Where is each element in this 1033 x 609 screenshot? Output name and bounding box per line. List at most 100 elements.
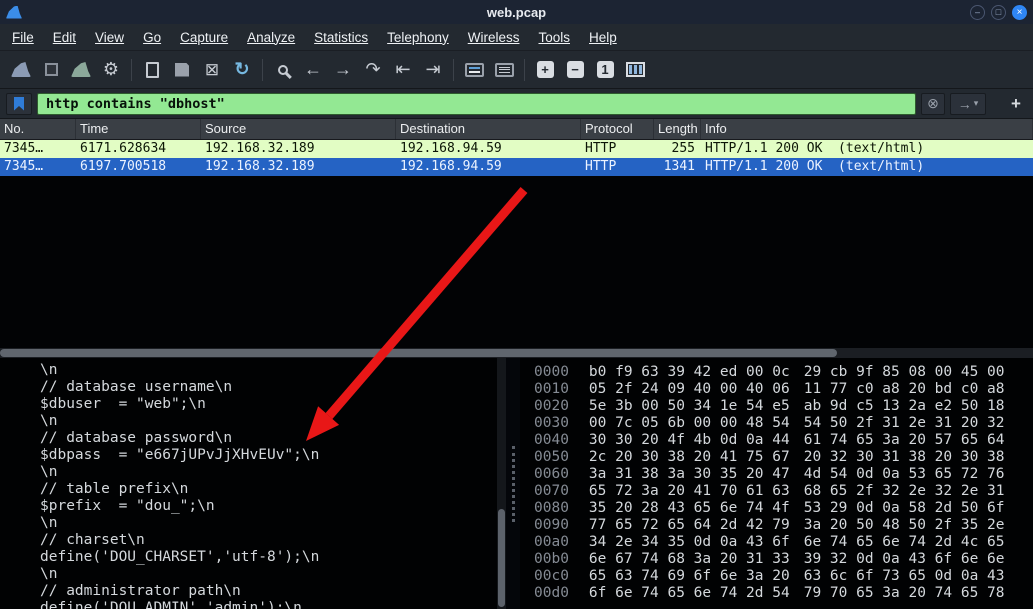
hex-row[interactable]: 009077 65 72 65 64 2d 42 793a 20 50 48 5… — [534, 517, 1033, 534]
packet-source: 192.168.32.189 — [201, 158, 396, 176]
packet-row[interactable]: 7345… 6171.628634 192.168.32.189 192.168… — [0, 140, 1033, 158]
horizontal-scrollbar-thumb[interactable] — [0, 349, 837, 357]
close-file-icon[interactable]: ⊠ — [197, 56, 227, 83]
capture-options-icon[interactable]: ⚙ — [96, 56, 126, 83]
main-toolbar: ⚙ ⊠ ↻ ← → ↷ ⇤ ⇥ + − 1 — [0, 51, 1033, 89]
menu-item-capture[interactable]: Capture — [180, 30, 228, 45]
hex-bytes-right: 53 29 0d 0a 58 2d 50 6f — [804, 500, 1005, 516]
detail-line[interactable]: \n — [40, 566, 492, 583]
detail-line[interactable]: \n — [40, 413, 492, 430]
column-header-length[interactable]: Length — [654, 119, 701, 139]
display-filter-input[interactable] — [37, 93, 916, 115]
packet-row-selected[interactable]: 7345… 6197.700518 192.168.32.189 192.168… — [0, 158, 1033, 176]
hex-row[interactable]: 008035 20 28 43 65 6e 74 4f53 29 0d 0a 5… — [534, 500, 1033, 517]
menu-item-edit[interactable]: Edit — [53, 30, 76, 45]
stop-capture-icon[interactable] — [36, 56, 66, 83]
detail-line[interactable]: // table prefix\n — [40, 481, 492, 498]
packet-protocol: HTTP — [581, 140, 654, 158]
menu-item-statistics[interactable]: Statistics — [314, 30, 368, 45]
hex-row[interactable]: 004030 30 20 4f 4b 0d 0a 4461 74 65 3a 2… — [534, 432, 1033, 449]
save-file-icon[interactable] — [167, 56, 197, 83]
column-header-destination[interactable]: Destination — [396, 119, 581, 139]
hex-row[interactable]: 00603a 31 38 3a 30 35 20 474d 54 0d 0a 5… — [534, 466, 1033, 483]
hex-row[interactable]: 00205e 3b 00 50 34 1e 54 e5ab 9d c5 13 2… — [534, 398, 1033, 415]
filter-add-button[interactable]: + — [1005, 93, 1027, 115]
restart-capture-icon[interactable] — [66, 56, 96, 83]
go-forward-icon[interactable]: → — [328, 56, 358, 83]
hex-offset: 00a0 — [534, 534, 569, 550]
detail-line-dbpass[interactable]: $dbpass = "e667jUPvJjXHvEUv";\n — [40, 447, 492, 464]
go-to-packet-icon[interactable]: ↷ — [358, 56, 388, 83]
detail-line[interactable]: $dbuser = "web";\n — [40, 396, 492, 413]
start-capture-icon[interactable] — [6, 56, 36, 83]
detail-line[interactable]: // charset\n — [40, 532, 492, 549]
hex-offset: 0030 — [534, 415, 569, 431]
column-header-info[interactable]: Info — [701, 119, 1033, 139]
column-header-source[interactable]: Source — [201, 119, 396, 139]
menu-item-analyze[interactable]: Analyze — [247, 30, 295, 45]
hex-offset: 0080 — [534, 500, 569, 516]
pane-splitter[interactable] — [506, 358, 520, 609]
detail-line[interactable]: \n — [40, 464, 492, 481]
zoom-reset-icon[interactable]: 1 — [590, 56, 620, 83]
detail-line[interactable]: define('DOU_CHARSET','utf-8');\n — [40, 549, 492, 566]
hex-bytes-left: 34 2e 34 35 0d 0a 43 6f — [589, 534, 790, 550]
column-header-time[interactable]: Time — [76, 119, 201, 139]
column-header-protocol[interactable]: Protocol — [581, 119, 654, 139]
minimize-button[interactable]: – — [970, 5, 985, 20]
filter-apply-button[interactable]: → ▾ — [950, 93, 986, 115]
hex-row[interactable]: 007065 72 3a 20 41 70 61 6368 65 2f 32 2… — [534, 483, 1033, 500]
detail-line[interactable]: // database username\n — [40, 379, 492, 396]
hex-bytes-left: 05 2f 24 09 40 00 40 06 — [589, 381, 790, 397]
detail-line[interactable]: // administrator path\n — [40, 583, 492, 600]
packet-destination: 192.168.94.59 — [396, 140, 581, 158]
detail-line[interactable]: $prefix = "dou_";\n — [40, 498, 492, 515]
menu-item-help[interactable]: Help — [589, 30, 617, 45]
go-first-packet-icon[interactable]: ⇤ — [388, 56, 418, 83]
details-vertical-scrollbar[interactable] — [497, 358, 506, 609]
detail-line[interactable]: \n — [40, 362, 492, 379]
detail-line[interactable]: \n — [40, 515, 492, 532]
zoom-in-icon[interactable]: + — [530, 56, 560, 83]
menu-item-telephony[interactable]: Telephony — [387, 30, 449, 45]
toolbar-separator — [262, 59, 263, 81]
close-button[interactable]: × — [1012, 5, 1027, 20]
reload-icon[interactable]: ↻ — [227, 56, 257, 83]
auto-scroll-icon[interactable] — [489, 56, 519, 83]
hex-row[interactable]: 001005 2f 24 09 40 00 40 0611 77 c0 a8 2… — [534, 381, 1033, 398]
detail-line[interactable]: define('DOU_ADMIN','admin');\n — [40, 600, 492, 609]
menu-item-file[interactable]: File — [12, 30, 34, 45]
filter-clear-button[interactable]: ⊗ — [921, 93, 945, 115]
column-header-no[interactable]: No. — [0, 119, 76, 139]
resize-columns-icon[interactable] — [620, 56, 650, 83]
lower-panes: \n // database username\n $dbuser = "web… — [0, 358, 1033, 609]
go-back-icon[interactable]: ← — [298, 56, 328, 83]
packet-list-header: No. Time Source Destination Protocol Len… — [0, 119, 1033, 140]
hex-offset: 0040 — [534, 432, 569, 448]
hex-row[interactable]: 00a034 2e 34 35 0d 0a 43 6f6e 74 65 6e 7… — [534, 534, 1033, 551]
menu-item-view[interactable]: View — [95, 30, 124, 45]
hex-offset: 0010 — [534, 381, 569, 397]
hex-bytes-right: 39 32 0d 0a 43 6f 6e 6e — [804, 551, 1005, 567]
go-last-packet-icon[interactable]: ⇥ — [418, 56, 448, 83]
details-scrollbar-thumb[interactable] — [498, 509, 505, 607]
maximize-button[interactable]: □ — [991, 5, 1006, 20]
open-file-icon[interactable] — [137, 56, 167, 83]
filter-bookmark-button[interactable] — [6, 93, 32, 115]
hex-row[interactable]: 00c065 63 74 69 6f 6e 3a 2063 6c 6f 73 6… — [534, 568, 1033, 585]
colorize-packets-icon[interactable] — [459, 56, 489, 83]
hex-row[interactable]: 003000 7c 05 6b 00 00 48 5454 50 2f 31 2… — [534, 415, 1033, 432]
menu-item-tools[interactable]: Tools — [538, 30, 570, 45]
menu-item-go[interactable]: Go — [143, 30, 161, 45]
hex-bytes-left: 00 7c 05 6b 00 00 48 54 — [589, 415, 790, 431]
detail-line[interactable]: // database password\n — [40, 430, 492, 447]
hex-bytes-left: 3a 31 38 3a 30 35 20 47 — [589, 466, 790, 482]
hex-row[interactable]: 00502c 20 30 38 20 41 75 6720 32 30 31 3… — [534, 449, 1033, 466]
hex-row[interactable]: 00b06e 67 74 68 3a 20 31 3339 32 0d 0a 4… — [534, 551, 1033, 568]
find-packet-icon[interactable] — [268, 56, 298, 83]
horizontal-scrollbar[interactable] — [0, 348, 1033, 358]
hex-row[interactable]: 00d06f 6e 74 65 6e 74 2d 5479 70 65 3a 2… — [534, 585, 1033, 602]
hex-row[interactable]: 0000b0 f9 63 39 42 ed 00 0c29 cb 9f 85 0… — [534, 364, 1033, 381]
zoom-out-icon[interactable]: − — [560, 56, 590, 83]
menu-item-wireless[interactable]: Wireless — [468, 30, 520, 45]
